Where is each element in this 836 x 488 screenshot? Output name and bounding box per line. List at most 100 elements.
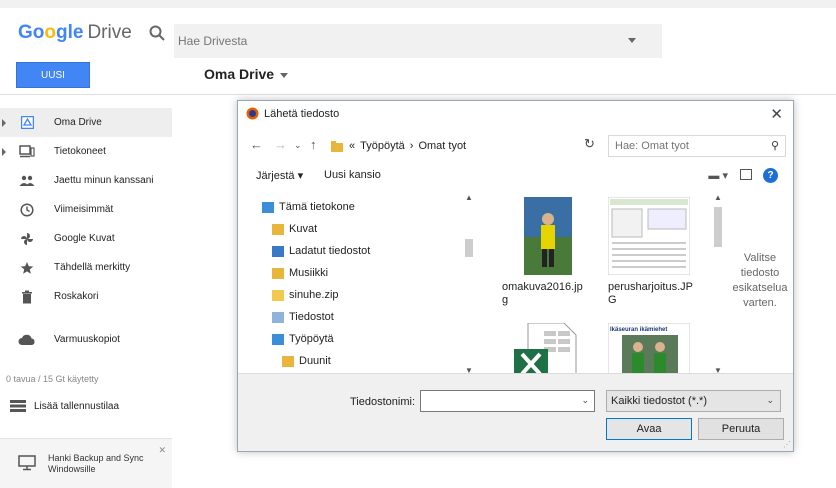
breadcrumb-overflow[interactable]: «	[349, 140, 355, 152]
tree-item-documents[interactable]: Tiedostot	[272, 311, 334, 323]
clock-icon	[18, 201, 36, 219]
folder-search-box[interactable]: ⚲	[608, 135, 786, 157]
tree-item-label: sinuhe.zip	[289, 289, 339, 301]
forward-arrow-icon[interactable]: →	[274, 137, 287, 152]
tree-item-label: Tämä tietokone	[279, 201, 355, 213]
breadcrumb-current[interactable]: Omat tyot	[418, 140, 466, 152]
header-divider	[0, 94, 836, 95]
logo-drive-text: Drive	[87, 22, 132, 43]
close-icon[interactable]: ✕	[770, 105, 783, 123]
folder-icon	[282, 355, 294, 367]
sidebar-item-label: Jaettu minun kanssani	[54, 175, 154, 186]
recent-locations-chevron-icon[interactable]: ⌄	[294, 140, 302, 151]
file-type-value: Kaikki tiedostot (*.*)	[611, 395, 707, 407]
new-folder-button[interactable]: Uusi kansio	[324, 169, 381, 181]
sidebar-item-trash[interactable]: Roskakori	[0, 282, 172, 311]
scroll-up-icon[interactable]: ▲	[465, 193, 473, 202]
view-options-icon[interactable]: ▬ ▾	[708, 169, 728, 182]
search-icon[interactable]	[148, 24, 166, 42]
sidebar-item-shared[interactable]: Jaettu minun kanssani	[0, 166, 172, 195]
sidebar-item-google-photos[interactable]: Google Kuvat	[0, 224, 172, 253]
desktop-folder-icon	[272, 333, 284, 345]
tree-item-label: Kuvat	[289, 223, 318, 235]
filename-input[interactable]: ⌄	[420, 390, 595, 412]
close-icon[interactable]: ✕	[158, 445, 166, 456]
sidebar-item-computers[interactable]: Tietokoneet	[0, 137, 172, 166]
backup-and-sync-promo[interactable]: Hanki Backup and Sync Windowsille ✕	[0, 438, 172, 488]
music-folder-icon	[272, 267, 284, 279]
open-button[interactable]: Avaa	[606, 418, 692, 440]
search-icon[interactable]: ⚲	[771, 139, 779, 152]
tree-item-downloads[interactable]: Ladatut tiedostot	[272, 245, 370, 257]
pinwheel-icon	[18, 230, 36, 248]
file-item[interactable]	[514, 323, 614, 375]
buy-storage-link[interactable]: Lisää tallennustilaa	[10, 400, 119, 412]
google-drive-logo[interactable]: Google Drive	[18, 22, 132, 44]
downloads-folder-icon	[272, 245, 284, 257]
cancel-button[interactable]: Peruuta	[698, 418, 784, 440]
file-item[interactable]: omakuva2016.jp g	[502, 197, 602, 307]
help-icon[interactable]: ?	[763, 168, 778, 183]
search-options-caret-icon[interactable]	[628, 38, 636, 43]
tree-item-label: Työpöytä	[289, 333, 334, 345]
expand-arrow-icon[interactable]	[2, 119, 6, 127]
resize-grip-icon[interactable]: ⋰	[783, 440, 791, 449]
backup-promo-line1: Hanki Backup and Sync	[48, 453, 144, 463]
tree-item-desktop[interactable]: Työpöytä	[272, 333, 334, 345]
chevron-down-icon[interactable]: ⌄	[766, 395, 774, 406]
drive-search-box[interactable]	[174, 24, 662, 58]
chevron-down-icon	[280, 72, 289, 78]
breadcrumb-separator: ›	[409, 140, 414, 152]
file-name: omakuva2016.jp g	[502, 281, 602, 307]
sidebar-item-label: Oma Drive	[54, 117, 102, 128]
computer-icon	[18, 143, 36, 161]
storage-bars-icon	[10, 400, 26, 412]
up-arrow-icon[interactable]: ↑	[310, 137, 317, 152]
backup-promo-text: Hanki Backup and Sync Windowsille	[48, 453, 144, 475]
tree-item-pictures[interactable]: Kuvat	[272, 223, 317, 235]
tree-item-this-pc[interactable]: Tämä tietokone	[262, 201, 355, 213]
top-bar: Google Drive	[0, 0, 836, 58]
dialog-footer: Tiedostonimi: ⌄ Kaikki tiedostot (*.*) ⌄…	[238, 373, 793, 451]
chevron-down-icon[interactable]: ⌄	[581, 395, 589, 406]
file-item[interactable]: perusharjoitus.JP G	[608, 197, 708, 307]
tree-item-music[interactable]: Musiikki	[272, 267, 328, 279]
scroll-up-icon[interactable]: ▲	[714, 193, 722, 202]
address-bar[interactable]: « Työpöytä › Omat tyot ⌄	[331, 135, 659, 157]
sidebar-item-my-drive[interactable]: Oma Drive	[0, 108, 172, 137]
scrollbar-thumb[interactable]	[714, 207, 722, 247]
file-type-select[interactable]: Kaikki tiedostot (*.*) ⌄	[606, 390, 781, 412]
tree-item-sinuhe-zip[interactable]: sinuhe.zip	[272, 289, 339, 301]
buy-storage-label: Lisää tallennustilaa	[34, 400, 120, 412]
file-item[interactable]: Ikäseuran ikämiehet	[608, 323, 708, 375]
drive-search-input[interactable]	[174, 24, 594, 58]
location-title[interactable]: Oma Drive	[204, 66, 289, 82]
preview-pane-icon[interactable]	[740, 169, 752, 180]
sidebar-item-recent[interactable]: Viimeisimmät	[0, 195, 172, 224]
people-icon	[18, 172, 36, 190]
folder-search-input[interactable]	[609, 136, 759, 156]
scrollbar-thumb[interactable]	[465, 239, 473, 257]
refresh-icon[interactable]: ↻	[584, 136, 595, 152]
sidebar-item-label: Google Kuvat	[54, 233, 115, 244]
sidebar-item-label: Viimeisimmät	[54, 204, 114, 215]
breadcrumb-desktop[interactable]: Työpöytä	[360, 140, 405, 152]
files-scrollbar[interactable]: ▲ ▼	[712, 193, 724, 375]
back-arrow-icon[interactable]: ←	[250, 137, 263, 152]
dialog-toolbar: Järjestä ▾ Uusi kansio ▬ ▾ ?	[246, 167, 786, 187]
tree-item-duunit[interactable]: Duunit	[282, 355, 331, 367]
tree-scrollbar[interactable]: ▲ ▼	[462, 193, 476, 375]
logo-letters-go: Go	[18, 22, 45, 43]
sidebar-item-backups[interactable]: Varmuuskopiot	[0, 325, 172, 354]
sidebar-item-label: Tietokoneet	[54, 146, 106, 157]
preview-pane-message: Valitse tiedosto esikatselua varten.	[732, 252, 788, 309]
tree-item-label: Ladatut tiedostot	[289, 245, 371, 257]
new-button[interactable]: UUSI	[16, 62, 90, 88]
tree-item-label: Musiikki	[289, 267, 329, 279]
tree-item-label: Duunit	[299, 355, 331, 367]
logo-letters-gle: gle	[56, 22, 84, 43]
sidebar-item-starred[interactable]: Tähdellä merkitty	[0, 253, 172, 282]
organize-menu[interactable]: Järjestä ▾	[256, 169, 303, 182]
expand-arrow-icon[interactable]	[2, 148, 6, 156]
photo-thumbnail	[524, 197, 572, 275]
